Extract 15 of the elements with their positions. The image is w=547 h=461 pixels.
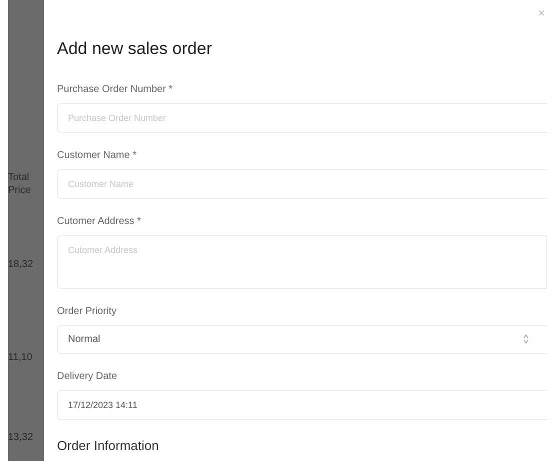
- table-cell-text: 18,32: [8, 259, 34, 272]
- table-cell-text: 13,32: [8, 432, 34, 444]
- priority-select[interactable]: Normal: [57, 324, 547, 354]
- field-label: Purchase Order Number *: [57, 82, 174, 96]
- field-label: Customer Name *: [57, 148, 138, 162]
- dialog-title: Add new sales order: [57, 38, 213, 60]
- field-label: Order Priority: [57, 304, 118, 318]
- column-heading: Total: [8, 172, 30, 184]
- section-heading: Order Information: [57, 436, 160, 454]
- input-field[interactable]: 17/12/2023 14:11: [57, 390, 547, 420]
- field-label: Cutomer Address *: [57, 214, 142, 228]
- table-cell-text: 11,10: [8, 352, 34, 364]
- field-label: Delivery Date: [57, 370, 118, 384]
- column-heading: Price: [8, 184, 32, 197]
- updown-icon: [523, 334, 529, 344]
